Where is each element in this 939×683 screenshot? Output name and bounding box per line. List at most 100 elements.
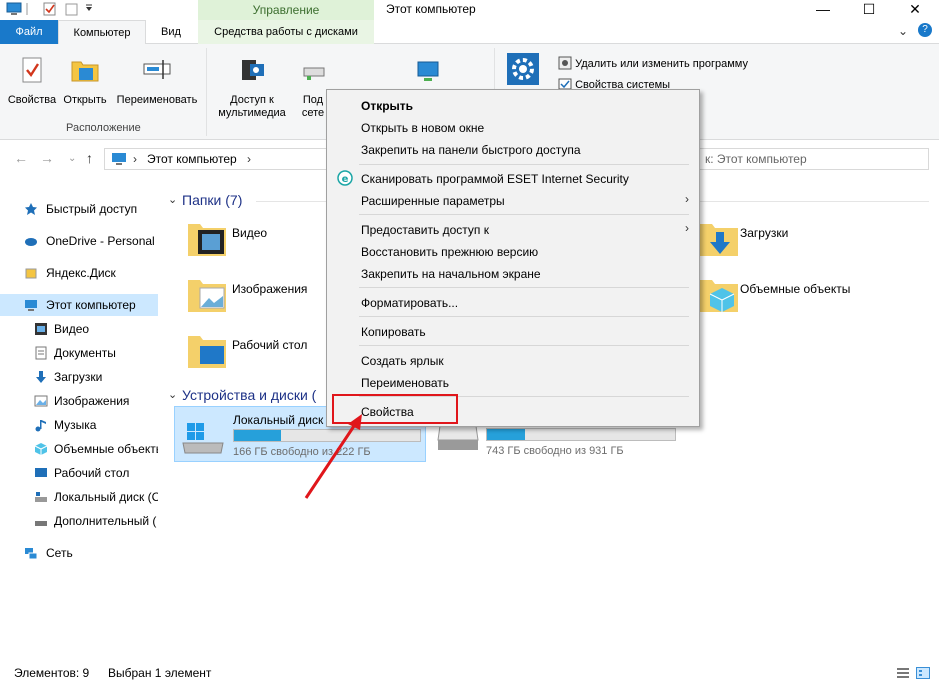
download-arrow-icon <box>36 371 46 383</box>
open-ribbon-button[interactable]: Открыть <box>60 54 110 107</box>
menu-item-rename[interactable]: Переименовать <box>361 376 449 390</box>
group-location-label: Расположение <box>66 122 141 134</box>
media-server-icon <box>242 60 264 80</box>
properties-ribbon-label: Свойства <box>7 94 57 106</box>
star-icon <box>25 203 37 215</box>
close-button[interactable]: ✕ <box>892 0 938 20</box>
tab-view[interactable]: Вид <box>146 20 196 44</box>
up-arrow-icon[interactable]: ↑ <box>86 150 93 166</box>
media-access-button[interactable]: Доступ к мультимедиа <box>212 54 292 120</box>
devices-collapse-icon[interactable]: ⌄ <box>168 388 177 401</box>
tab-file[interactable]: Файл <box>0 20 58 44</box>
address-text: Этот компьютер <box>147 152 237 166</box>
submenu-chevron-icon: › <box>685 192 689 206</box>
sidebar-item-label: Быстрый доступ <box>46 202 138 216</box>
rename-ribbon-button[interactable]: Переименовать <box>112 54 202 107</box>
computer-icon <box>25 300 37 311</box>
sidebar-item-label: Этот компьютер <box>46 298 136 312</box>
menu-separator <box>359 345 689 346</box>
sidebar-item-label: Изображения <box>54 394 130 408</box>
folders-section-header[interactable]: Папки (7) <box>182 192 242 208</box>
menu-item-open-new-window[interactable]: Открыть в новом окне <box>361 121 484 135</box>
folder-tile-video[interactable]: Видео <box>184 214 324 262</box>
details-view-icon[interactable] <box>896 667 910 679</box>
sidebar-item-yandex-disk[interactable]: Яндекс.Диск <box>0 262 158 284</box>
menu-item-create-shortcut[interactable]: Создать ярлык <box>361 354 444 368</box>
sidebar-item-desktop[interactable]: Рабочий стол <box>0 462 158 484</box>
open-settings-button[interactable] <box>504 52 542 94</box>
sidebar-item-onedrive[interactable]: OneDrive - Personal <box>0 230 158 252</box>
folder-tile-pictures[interactable]: Изображения <box>184 270 324 318</box>
folder-tile-desktop[interactable]: Рабочий стол <box>184 326 324 374</box>
network-location-button[interactable] <box>412 54 444 94</box>
sidebar-item-additional-drive[interactable]: Дополнительный ( <box>0 510 158 532</box>
ribbon-separator <box>206 48 207 136</box>
menu-item-open[interactable]: Открыть <box>361 99 413 113</box>
help-icon[interactable]: ? <box>918 23 932 37</box>
folders-collapse-icon[interactable]: ⌄ <box>168 193 177 206</box>
map-network-button[interactable]: Под сете <box>298 54 328 120</box>
media-access-label-1: Доступ к <box>230 94 274 106</box>
menu-separator <box>359 316 689 317</box>
properties-check-icon[interactable] <box>42 2 58 16</box>
sidebar-item-label: Рабочий стол <box>54 466 130 480</box>
sidebar-item-this-pc[interactable]: Этот компьютер <box>0 294 158 316</box>
submenu-chevron-icon: › <box>685 221 689 235</box>
folder-tile-3d-objects[interactable]: Объемные объекты <box>696 270 916 318</box>
sidebar-item-video[interactable]: Видео <box>0 318 158 340</box>
manage-context-tab[interactable]: Управление <box>198 0 374 20</box>
menu-item-restore[interactable]: Восстановить прежнюю версию <box>361 245 538 259</box>
folder-label: Загрузки <box>740 226 789 240</box>
tiles-view-icon[interactable] <box>916 667 930 679</box>
menu-item-pin-start[interactable]: Закрепить на начальном экране <box>361 267 541 281</box>
minimize-button[interactable]: — <box>800 0 846 20</box>
title-bar: Управление Этот компьютер — ☐ ✕ <box>0 0 939 20</box>
folder-label: Рабочий стол <box>232 338 308 352</box>
media-access-label-2: мультимедиа <box>218 107 286 119</box>
menu-item-advanced[interactable]: Расширенные параметры <box>361 194 505 208</box>
rename-ribbon-label: Переименовать <box>116 94 198 106</box>
video-folder-icon <box>188 224 226 256</box>
drive-icon <box>35 521 47 526</box>
tab-computer[interactable]: Компьютер <box>58 20 146 45</box>
sidebar-item-network[interactable]: Сеть <box>0 542 158 564</box>
sidebar-item-pictures[interactable]: Изображения <box>0 390 158 412</box>
recent-chevron-icon[interactable]: ⌄ <box>68 153 76 164</box>
sidebar-item-3d-objects[interactable]: Объемные объекты <box>0 438 158 460</box>
menu-item-pin-quick-access[interactable]: Закрепить на панели быстрого доступа <box>361 143 581 157</box>
settings-gear-icon <box>507 53 539 85</box>
menu-item-eset-scan[interactable]: Сканировать программой ESET Internet Sec… <box>361 172 629 186</box>
sidebar-item-local-disk-c[interactable]: Локальный диск (C <box>0 486 158 508</box>
maximize-button[interactable]: ☐ <box>846 0 892 20</box>
search-box[interactable]: к: Этот компьютер <box>696 148 929 170</box>
forward-arrow-icon[interactable]: → <box>40 150 54 166</box>
drive-usage-bar <box>486 428 676 441</box>
address-computer-icon <box>112 153 126 165</box>
pictures-folder-icon <box>188 280 226 312</box>
sidebar-item-label: Яндекс.Диск <box>46 266 116 280</box>
customize-qa-icon[interactable] <box>84 2 94 16</box>
windows-drive-icon <box>182 423 224 454</box>
back-arrow-icon[interactable]: ← <box>14 150 28 166</box>
menu-item-format[interactable]: Форматировать... <box>361 296 458 310</box>
uninstall-label: Удалить или изменить программу <box>575 58 748 70</box>
properties-ribbon-button[interactable]: Свойства <box>6 54 58 107</box>
divider-icon <box>26 3 28 15</box>
menu-separator <box>359 214 689 215</box>
devices-section-header[interactable]: Устройства и диски ( <box>182 387 328 403</box>
ribbon-collapse-icon[interactable]: ⌄ <box>898 24 908 38</box>
new-folder-icon[interactable] <box>64 2 80 16</box>
tab-drive-tools[interactable]: Средства работы с дисками <box>198 20 374 44</box>
sidebar-item-documents[interactable]: Документы <box>0 342 158 364</box>
menu-item-share[interactable]: Предоставить доступ к <box>361 223 489 237</box>
sidebar-item-quick-access[interactable]: Быстрый доступ <box>0 198 158 220</box>
breadcrumb-chevron-2-icon[interactable]: › <box>247 152 251 166</box>
document-icon <box>35 346 47 360</box>
sidebar-item-downloads[interactable]: Загрузки <box>0 366 158 388</box>
uninstall-program-button[interactable]: Удалить или изменить программу <box>558 56 748 70</box>
folder-tile-downloads[interactable]: Загрузки <box>696 214 896 262</box>
menu-item-copy[interactable]: Копировать <box>361 325 426 339</box>
3d-objects-folder-icon <box>700 280 738 312</box>
sidebar-item-music[interactable]: Музыка <box>0 414 158 436</box>
section-divider <box>256 201 326 202</box>
